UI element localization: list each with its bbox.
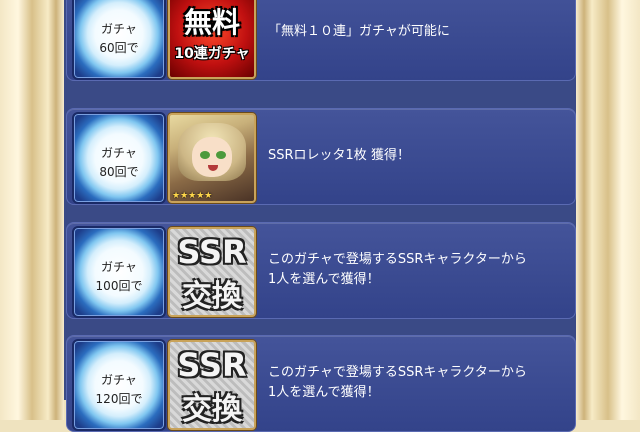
- ssr-exchange-icon-title: SSR: [177, 233, 247, 271]
- count-label: ガチャ: [101, 373, 137, 387]
- character-portrait-icon: ★★★★★: [168, 113, 256, 203]
- gacha-count-button[interactable]: ガチャ 120回で: [72, 339, 166, 431]
- reward-row: ガチャ 60回で 無料 10連ガチャ 「無料１０連」ガチャが可能に: [66, 0, 576, 81]
- ssr-exchange-icon: SSR 交換: [168, 340, 256, 430]
- ssr-exchange-icon-subtitle: 交換: [182, 392, 242, 427]
- free-gacha-icon-title: 無料: [183, 6, 240, 39]
- reward-description-line: このガチャで登場するSSRキャラクターから: [268, 251, 527, 267]
- count-label: ガチャ: [101, 260, 137, 274]
- gacha-count-button[interactable]: ガチャ 60回で: [72, 0, 166, 80]
- reward-description: このガチャで登場するSSRキャラクターから 1人を選んで獲得！: [268, 223, 568, 316]
- reward-description-line: 1人を選んで獲得！: [268, 271, 380, 287]
- free-gacha-icon: 無料 10連ガチャ: [168, 0, 256, 79]
- reward-description-line: SSRロレッタ1枚 獲得！: [268, 147, 410, 163]
- count-value: 100回で: [95, 279, 143, 293]
- gacha-count-button[interactable]: ガチャ 100回で: [72, 226, 166, 318]
- reward-row: ガチャ 80回で ★★★★★ SSRロレッタ1枚 獲得！: [66, 108, 576, 205]
- free-gacha-icon-subtitle: 10連ガチャ: [174, 46, 250, 62]
- reward-description: 「無料１０連」ガチャが可能に: [268, 0, 568, 78]
- gacha-count-button[interactable]: ガチャ 80回で: [72, 112, 166, 204]
- count-value: 80回で: [99, 165, 139, 179]
- character-face: [192, 137, 232, 177]
- ssr-exchange-icon-title: SSR: [177, 346, 247, 384]
- count-value: 120回で: [95, 392, 143, 406]
- ssr-exchange-icon-subtitle: 交換: [182, 279, 242, 314]
- reward-row: ガチャ 100回で SSR 交換 このガチャで登場するSSRキャラクターから 1…: [66, 222, 576, 319]
- reward-description: このガチャで登場するSSRキャラクターから 1人を選んで獲得！: [268, 336, 568, 429]
- ssr-exchange-icon: SSR 交換: [168, 227, 256, 317]
- count-value: 60回で: [99, 41, 139, 55]
- character-eye: [216, 151, 226, 159]
- count-label: ガチャ: [101, 146, 137, 160]
- count-label: ガチャ: [101, 22, 137, 36]
- reward-description: SSRロレッタ1枚 獲得！: [268, 109, 568, 202]
- reward-description-line: このガチャで登場するSSRキャラクターから: [268, 364, 527, 380]
- reward-description-line: 「無料１０連」ガチャが可能に: [268, 23, 450, 39]
- rarity-stars: ★★★★★: [172, 191, 213, 201]
- character-eye: [200, 151, 210, 159]
- reward-row: ガチャ 120回で SSR 交換 このガチャで登場するSSRキャラクターから 1…: [66, 335, 576, 432]
